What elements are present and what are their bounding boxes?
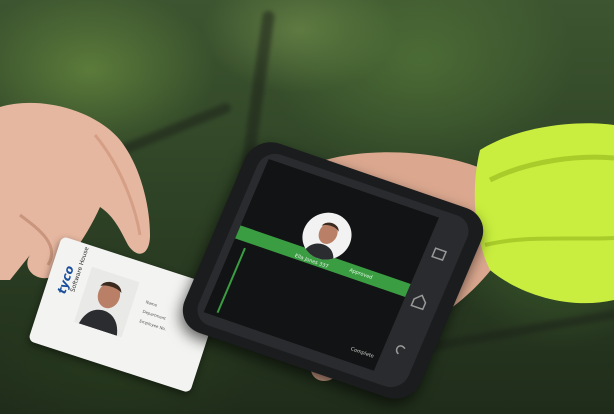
hi-vis-sleeve [474,123,614,304]
home-icon [410,294,427,311]
card-portrait-photo [74,266,140,338]
menu-icon [431,247,448,262]
card-field: Name [145,299,158,308]
back-icon [395,345,406,355]
footer-label: Complete [349,346,375,360]
photo-scene: tyco Software House Name Department Empl… [0,0,614,414]
